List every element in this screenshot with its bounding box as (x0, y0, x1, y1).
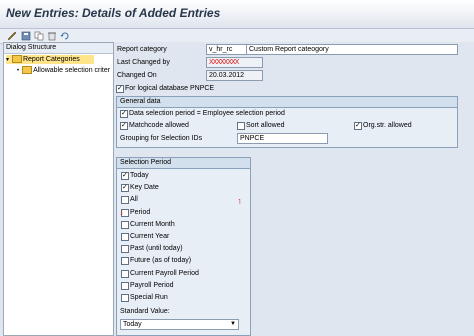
selection-period-label: Special Run (130, 294, 168, 301)
logical-db-label: For logical database PNPCE (125, 85, 215, 92)
selection-period-title: Selection Period (117, 158, 250, 169)
selection-period-checkbox[interactable] (121, 269, 129, 278)
selection-period-checkbox[interactable] (121, 196, 129, 205)
standard-value-text: Today (123, 321, 142, 328)
selection-period-checkbox[interactable] (121, 294, 129, 302)
orgstr-label: Org.str. allowed (363, 122, 412, 129)
save-icon[interactable] (21, 31, 31, 41)
delete-icon[interactable] (47, 31, 57, 41)
selection-period-checkbox[interactable] (121, 245, 129, 254)
selection-period-checkbox[interactable] (121, 171, 129, 180)
report-category-code-field[interactable]: v_hr_rc (206, 44, 247, 55)
last-changed-by-label: Last Changed by (117, 59, 170, 66)
changed-on-label: Changed On (117, 72, 157, 79)
selection-period-checkbox[interactable] (121, 220, 129, 229)
selection-period-group: Selection Period Today Key Date All Period C… (116, 157, 251, 336)
tree-item-report-categories[interactable]: ▾ Report Categories (6, 55, 94, 64)
selection-period-label: Payroll Period (130, 281, 174, 289)
grouping-field[interactable]: PNPCE (237, 133, 328, 144)
collapse-triangle-icon[interactable]: ▾ (6, 57, 9, 63)
required-marker-bottom: ˩ (120, 210, 123, 217)
selection-period-checkbox[interactable] (121, 183, 129, 193)
tree-item-label: Report Categories (22, 56, 80, 63)
data-selection-label: Data selection period = Employee selecti… (129, 110, 285, 117)
dialog-structure-panel: Dialog Structure ▾ Report Categories • A… (3, 42, 114, 336)
details-area: Report category v_hr_rc Custom Report ca… (114, 42, 474, 336)
selection-period-label: Past (until today) (130, 245, 183, 253)
tree-item-allowable-selection[interactable]: • Allowable selection criter (17, 66, 112, 75)
folder-icon (11, 55, 22, 64)
copy-icon[interactable] (34, 31, 44, 41)
changed-on-field: 20.03.2012 (206, 70, 263, 81)
selection-period-label: Current Year (130, 233, 170, 240)
tree-item-label: Allowable selection criter (33, 67, 111, 74)
selection-period-label: Current Month (130, 220, 175, 228)
redacted-user: XXXXXXXX (209, 59, 239, 66)
dialog-structure-header: Dialog Structure (4, 43, 113, 54)
selection-period-label: Period (130, 208, 151, 216)
selection-period-label: All (130, 196, 138, 204)
matchcode-label: Matchcode allowed (129, 122, 189, 129)
selection-period-checkbox[interactable] (121, 233, 129, 241)
last-changed-by-field: XXXXXXXX (206, 57, 263, 68)
page-title: New Entries: Details of Added Entries (6, 6, 221, 20)
edit-icon[interactable] (7, 31, 17, 41)
required-marker-top: ˥ (238, 199, 241, 206)
selection-period-label: Today (130, 172, 149, 179)
selection-period-checkbox[interactable] (121, 281, 129, 290)
sort-allowed-checkbox[interactable] (237, 122, 245, 130)
standard-value-label: Standard Value: (120, 308, 170, 315)
general-data-group: General data Data selection period = Emp… (116, 96, 458, 148)
selection-period-label: Current Payroll Period (130, 269, 199, 277)
selection-period-checkbox[interactable] (121, 257, 129, 266)
folder-icon (22, 66, 33, 75)
title-bar: New Entries: Details of Added Entries (0, 0, 474, 29)
bullet-icon: • (17, 68, 20, 74)
selection-period-label: Future (as of today) (130, 257, 192, 265)
undo-icon[interactable] (60, 31, 70, 41)
grouping-label: Grouping for Selection IDs (120, 135, 203, 142)
report-category-label: Report category (117, 46, 167, 53)
report-category-description-field[interactable]: Custom Report cateogory (246, 44, 458, 55)
selection-period-label: Key Date (130, 184, 159, 192)
orgstr-checkbox[interactable] (354, 121, 362, 130)
data-selection-checkbox[interactable] (120, 109, 128, 118)
logical-db-checkbox[interactable] (116, 84, 124, 93)
sort-allowed-label: Sort allowed (246, 122, 285, 129)
general-data-title: General data (117, 97, 457, 108)
matchcode-checkbox[interactable] (120, 121, 128, 130)
chevron-down-icon[interactable]: ▼ (230, 320, 236, 329)
standard-value-dropdown[interactable]: Today ▼ (120, 319, 239, 330)
